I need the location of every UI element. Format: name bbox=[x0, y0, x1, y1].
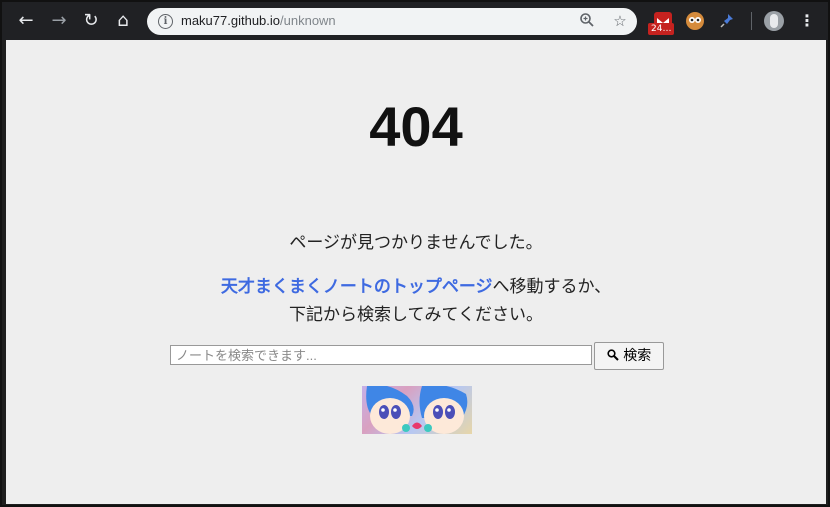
reload-icon[interactable]: ↻ bbox=[80, 10, 102, 32]
back-icon[interactable]: ← bbox=[15, 10, 37, 32]
browser-window: ← → ↻ ⌂ i maku77.github.io/unknown ☆ 24…… bbox=[0, 0, 830, 507]
profile-avatar-icon[interactable] bbox=[764, 11, 784, 31]
site-info-icon[interactable]: i bbox=[158, 14, 173, 29]
move-suffix-text: へ移動するか、 bbox=[492, 277, 612, 297]
search-button-label: 検索 bbox=[623, 348, 652, 364]
zoom-icon[interactable] bbox=[578, 12, 596, 30]
search-hint-message: 下記から検索してみてください。 bbox=[289, 305, 543, 325]
owl-extension-icon[interactable] bbox=[686, 12, 704, 30]
url-path: /unknown bbox=[280, 13, 336, 28]
page-content: 404 ページが見つかりませんでした。 天才まくまくノートのトップページへ移動す… bbox=[6, 40, 826, 504]
forward-icon[interactable]: → bbox=[48, 10, 70, 32]
navigation-message: 天才まくまくノートのトップページへ移動するか、 bbox=[6, 272, 826, 297]
search-button[interactable]: 検索 bbox=[594, 342, 664, 370]
mail-count-badge: 24… bbox=[648, 23, 675, 35]
browser-toolbar: ← → ↻ ⌂ i maku77.github.io/unknown ☆ 24…… bbox=[2, 2, 828, 40]
url-text[interactable]: maku77.github.io/unknown bbox=[181, 13, 336, 28]
search-input[interactable] bbox=[170, 345, 592, 365]
search-icon bbox=[607, 348, 619, 364]
url-host: maku77.github.io bbox=[181, 13, 281, 28]
more-menu-icon[interactable]: ⋮ bbox=[799, 11, 815, 31]
not-found-message: ページが見つかりませんでした。 bbox=[289, 233, 543, 253]
error-code-heading: 404 bbox=[369, 95, 463, 158]
mascot-image bbox=[362, 386, 472, 434]
pin-extension-icon[interactable] bbox=[718, 12, 736, 30]
bookmark-star-icon[interactable]: ☆ bbox=[611, 12, 629, 30]
top-page-link[interactable]: 天才まくまくノートのトップページ bbox=[221, 277, 493, 297]
home-icon[interactable]: ⌂ bbox=[112, 10, 134, 32]
toolbar-separator bbox=[751, 12, 752, 30]
address-bar[interactable]: i maku77.github.io/unknown ☆ bbox=[147, 8, 637, 35]
